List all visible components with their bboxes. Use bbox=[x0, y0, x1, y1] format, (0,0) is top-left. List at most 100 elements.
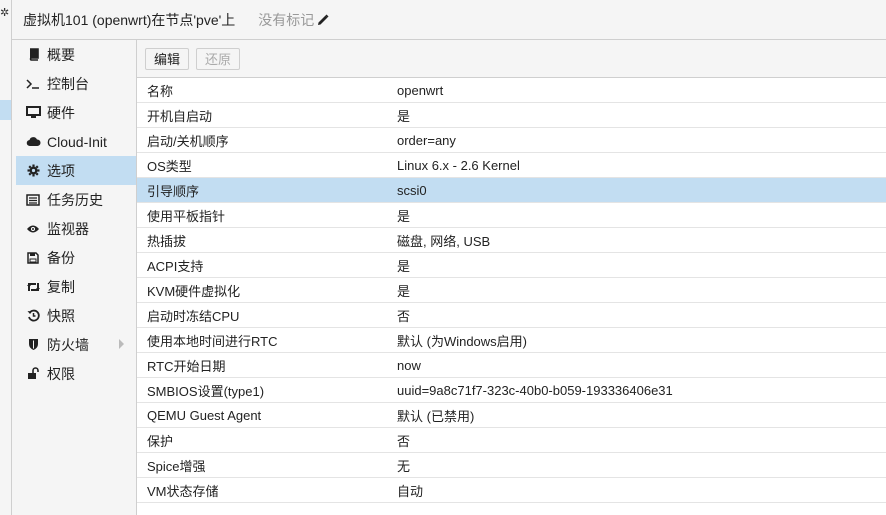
option-name: 启动/关机顺序 bbox=[147, 133, 229, 149]
sidebar-item-label: 选项 bbox=[47, 162, 75, 179]
tags-label: 没有标记 bbox=[258, 11, 315, 28]
table-row[interactable]: 使用平板指针 是 bbox=[137, 203, 886, 228]
sidebar-item-snapshots[interactable]: 快照 bbox=[16, 301, 136, 330]
desktop-icon bbox=[25, 105, 41, 121]
retweet-icon bbox=[25, 279, 41, 295]
option-value: scsi0 bbox=[397, 182, 427, 198]
sidebar-item-firewall[interactable]: 防火墙 bbox=[16, 330, 136, 359]
option-value: order=any bbox=[397, 132, 456, 148]
table-row[interactable]: 使用本地时间进行RTC 默认 (为Windows启用) bbox=[137, 328, 886, 353]
table-row[interactable]: QEMU Guest Agent 默认 (已禁用) bbox=[137, 403, 886, 428]
table-row[interactable]: OS类型 Linux 6.x - 2.6 Kernel bbox=[137, 153, 886, 178]
sidebar-item-label: 复制 bbox=[47, 278, 75, 295]
pencil-icon[interactable] bbox=[317, 13, 329, 26]
option-name: ACPI支持 bbox=[147, 258, 204, 274]
sidebar-item-label: 防火墙 bbox=[47, 336, 89, 353]
option-name: QEMU Guest Agent bbox=[147, 407, 262, 423]
shield-icon bbox=[25, 337, 41, 353]
option-name: SMBIOS设置(type1) bbox=[147, 383, 265, 399]
table-row[interactable]: RTC开始日期 now bbox=[137, 353, 886, 378]
list-icon bbox=[25, 192, 41, 208]
option-value: 自动 bbox=[397, 483, 424, 499]
chevron-right-icon[interactable] bbox=[119, 339, 124, 349]
sidebar-item-summary[interactable]: 概要 bbox=[16, 40, 136, 69]
tree-selection-marker[interactable] bbox=[0, 100, 11, 120]
terminal-icon bbox=[25, 76, 41, 92]
sidebar-item-hardware[interactable]: 硬件 bbox=[16, 98, 136, 127]
option-value: 默认 (为Windows启用) bbox=[397, 333, 528, 349]
sidebar-item-task-history[interactable]: 任务历史 bbox=[16, 185, 136, 214]
option-name: Spice增强 bbox=[147, 458, 206, 474]
floppy-icon bbox=[25, 250, 41, 266]
sidebar-item-options[interactable]: 选项 bbox=[16, 156, 136, 185]
tags-editor[interactable]: 没有标记 bbox=[258, 10, 329, 30]
option-value: openwrt bbox=[397, 82, 444, 98]
page-title: 虚拟机101 (openwrt)在节点'pve'上 bbox=[23, 11, 236, 28]
book-icon bbox=[25, 47, 41, 63]
gear-icon bbox=[25, 163, 41, 179]
history-icon bbox=[25, 308, 41, 324]
table-row[interactable]: 开机自启动 是 bbox=[137, 103, 886, 128]
config-sidebar: 概要 控制台 硬件 Cloud-Init 选项 任务历史 监视器 备份 复制 快… bbox=[16, 40, 137, 515]
option-name: 使用本地时间进行RTC bbox=[147, 333, 278, 349]
option-value: 否 bbox=[397, 433, 411, 449]
sidebar-item-replication[interactable]: 复制 bbox=[16, 272, 136, 301]
option-value: now bbox=[397, 357, 421, 373]
sidebar-item-label: Cloud-Init bbox=[47, 133, 107, 150]
sidebar-item-monitor[interactable]: 监视器 bbox=[16, 214, 136, 243]
table-row[interactable]: KVM硬件虚拟化 是 bbox=[137, 278, 886, 303]
option-name: VM状态存储 bbox=[147, 483, 219, 499]
table-row[interactable]: SMBIOS设置(type1) uuid=9a8c71f7-323c-40b0-b… bbox=[137, 378, 886, 403]
option-name: RTC开始日期 bbox=[147, 358, 226, 374]
option-value: 默认 (已禁用) bbox=[397, 408, 475, 424]
sidebar-item-label: 概要 bbox=[47, 46, 75, 63]
option-value: 无 bbox=[397, 458, 411, 474]
table-row[interactable]: VM状态存储 自动 bbox=[137, 478, 886, 503]
sidebar-item-label: 硬件 bbox=[47, 104, 75, 121]
sidebar-item-label: 控制台 bbox=[47, 75, 89, 92]
cloud-icon bbox=[25, 134, 41, 150]
options-panel: 编辑 还原 名称 openwrt 开机自启动是 启动/关机顺序 order=any … bbox=[137, 40, 886, 515]
sidebar-item-console[interactable]: 控制台 bbox=[16, 69, 136, 98]
table-row[interactable]: Spice增强 无 bbox=[137, 453, 886, 478]
table-row[interactable]: 保护 否 bbox=[137, 428, 886, 453]
toolbar: 编辑 还原 bbox=[137, 40, 886, 78]
option-name: 保护 bbox=[147, 433, 174, 449]
option-name: 名称 bbox=[147, 83, 174, 99]
left-tree-panel-edge: ✲ bbox=[0, 0, 12, 515]
sidebar-item-label: 快照 bbox=[47, 307, 75, 324]
unlock-icon bbox=[25, 366, 41, 382]
table-row[interactable]: 热插拔 磁盘, 网络, USB bbox=[137, 228, 886, 253]
table-row-selected[interactable]: 引导顺序 scsi0 bbox=[137, 178, 886, 203]
gear-icon[interactable]: ✲ bbox=[0, 6, 9, 19]
option-name: 启动时冻结CPU bbox=[147, 308, 240, 324]
option-value: 是 bbox=[397, 108, 411, 124]
sidebar-item-label: 权限 bbox=[47, 365, 75, 382]
revert-button[interactable]: 还原 bbox=[196, 47, 241, 70]
option-name: 使用平板指针 bbox=[147, 208, 226, 224]
option-value: 是 bbox=[397, 283, 411, 299]
option-name: 开机自启动 bbox=[147, 108, 213, 124]
sidebar-item-label: 监视器 bbox=[47, 220, 89, 237]
content-header: 虚拟机101 (openwrt)在节点'pve'上 没有标记 bbox=[12, 0, 886, 40]
sidebar-item-label: 任务历史 bbox=[47, 191, 103, 208]
option-value: 是 bbox=[397, 208, 411, 224]
edit-button[interactable]: 编辑 bbox=[145, 47, 190, 70]
options-grid: 名称 openwrt 开机自启动是 启动/关机顺序 order=any OS类型 Li… bbox=[137, 78, 886, 503]
eye-icon bbox=[25, 221, 41, 237]
option-name: 热插拔 bbox=[147, 233, 187, 249]
option-value: 磁盘, 网络, USB bbox=[397, 233, 491, 249]
table-row[interactable]: 启动/关机顺序 order=any bbox=[137, 128, 886, 153]
table-row[interactable]: ACPI支持 是 bbox=[137, 253, 886, 278]
option-value: uuid=9a8c71f7-323c-40b0-b059-193336406e3… bbox=[397, 382, 673, 398]
sidebar-item-permissions[interactable]: 权限 bbox=[16, 359, 136, 388]
option-value: 否 bbox=[397, 308, 411, 324]
sidebar-item-backup[interactable]: 备份 bbox=[16, 243, 136, 272]
option-name: 引导顺序 bbox=[147, 183, 200, 199]
option-name: OS类型 bbox=[147, 158, 192, 174]
sidebar-item-label: 备份 bbox=[47, 249, 75, 266]
option-value: Linux 6.x - 2.6 Kernel bbox=[397, 157, 520, 173]
table-row[interactable]: 名称 openwrt bbox=[137, 78, 886, 103]
table-row[interactable]: 启动时冻结CPU 否 bbox=[137, 303, 886, 328]
sidebar-item-cloud-init[interactable]: Cloud-Init bbox=[16, 127, 136, 156]
